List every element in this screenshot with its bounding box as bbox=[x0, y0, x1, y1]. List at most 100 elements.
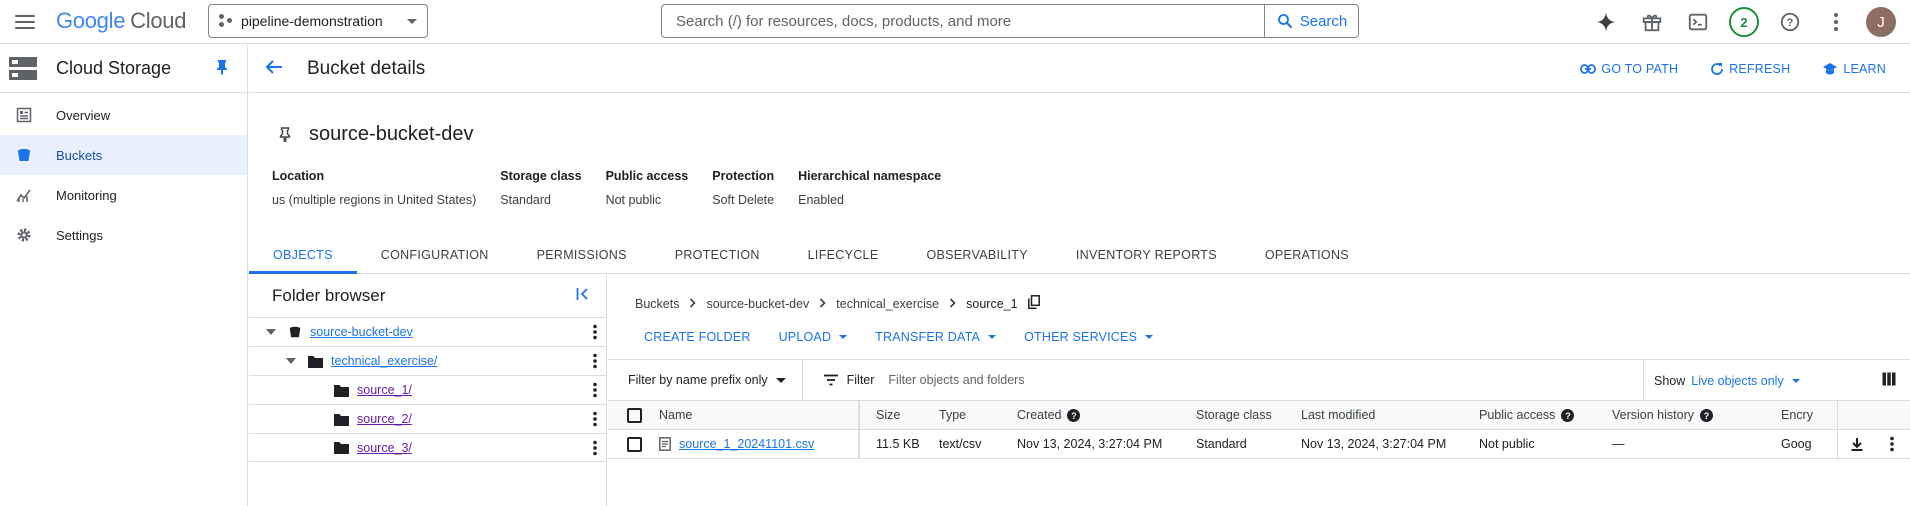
row-checkbox[interactable] bbox=[627, 436, 642, 452]
folder-link[interactable]: source_3/ bbox=[357, 441, 412, 455]
tab-objects[interactable]: OBJECTS bbox=[249, 236, 357, 274]
sidebar-item-settings[interactable]: Settings bbox=[0, 215, 247, 255]
row-select-cell bbox=[608, 429, 645, 459]
search-button[interactable]: Search bbox=[1264, 5, 1358, 37]
meta-key: Public access bbox=[605, 169, 689, 183]
search-input[interactable] bbox=[662, 5, 1264, 37]
folder-tree-item[interactable]: source-bucket-dev bbox=[249, 317, 606, 346]
more-vert-icon[interactable] bbox=[1820, 6, 1852, 38]
folder-link[interactable]: technical_exercise/ bbox=[331, 354, 437, 368]
file-icon bbox=[659, 437, 671, 452]
expand-toggle-icon[interactable] bbox=[266, 329, 276, 335]
column-header-version-history[interactable]: Version history? bbox=[1608, 400, 1777, 430]
other-services-button[interactable]: OTHER SERVICES bbox=[1024, 330, 1154, 344]
notifications-button[interactable]: 2 bbox=[1728, 6, 1760, 38]
more-vert-icon[interactable] bbox=[592, 353, 598, 372]
version-history-cell: — bbox=[1608, 429, 1777, 459]
tab-configuration[interactable]: CONFIGURATION bbox=[357, 236, 513, 273]
column-header-created[interactable]: Created? bbox=[1013, 400, 1192, 430]
pin-outline-icon[interactable] bbox=[279, 127, 291, 142]
folder-tree-item[interactable]: source_1/ bbox=[249, 375, 606, 404]
select-all-checkbox[interactable] bbox=[627, 407, 642, 423]
table-row[interactable]: source_1_20241101.csv 11.5 KB text/csv N… bbox=[608, 429, 1910, 459]
tab-operations[interactable]: OPERATIONS bbox=[1241, 236, 1373, 273]
main-menu-icon[interactable] bbox=[12, 10, 38, 34]
folder-link[interactable]: source_1/ bbox=[357, 383, 412, 397]
folder-tree-item[interactable]: technical_exercise/ bbox=[249, 346, 606, 375]
tab-observability[interactable]: OBSERVABILITY bbox=[902, 236, 1051, 273]
pin-icon[interactable] bbox=[215, 59, 229, 78]
more-vert-icon[interactable] bbox=[592, 440, 598, 459]
gear-icon bbox=[17, 228, 31, 242]
sidebar-item-overview[interactable]: Overview bbox=[0, 95, 247, 135]
gemini-sparkle-icon[interactable] bbox=[1590, 6, 1622, 38]
help-icon[interactable]: ? bbox=[1067, 409, 1081, 423]
meta-public-access: Public access Not public bbox=[606, 169, 689, 207]
breadcrumb-item[interactable]: technical_exercise bbox=[836, 297, 939, 311]
download-icon[interactable] bbox=[1850, 436, 1864, 451]
tab-protection[interactable]: PROTECTION bbox=[651, 236, 784, 273]
column-header-public-access[interactable]: Public access? bbox=[1475, 400, 1608, 430]
folder-browser: Folder browser source-bucket-dev technic… bbox=[249, 275, 607, 506]
help-icon[interactable]: ? bbox=[1699, 409, 1713, 423]
help-icon[interactable]: ? bbox=[1561, 409, 1575, 423]
column-header-storage-class[interactable]: Storage class bbox=[1192, 400, 1297, 430]
folder-link[interactable]: source-bucket-dev bbox=[310, 325, 413, 339]
sidebar-item-monitoring[interactable]: Monitoring bbox=[0, 175, 247, 215]
project-picker[interactable]: pipeline-demonstration bbox=[208, 4, 428, 38]
show-dropdown[interactable]: Live objects only bbox=[1691, 374, 1800, 388]
chevron-right-icon bbox=[689, 297, 697, 311]
column-header-label: Size bbox=[876, 408, 901, 422]
chevron-down-icon bbox=[407, 18, 417, 24]
more-vert-icon[interactable] bbox=[592, 411, 598, 430]
column-header-encryption[interactable]: Encry bbox=[1777, 400, 1837, 430]
account-avatar[interactable]: J bbox=[1866, 7, 1896, 37]
breadcrumb-item[interactable]: Buckets bbox=[635, 297, 679, 311]
back-arrow-icon[interactable] bbox=[265, 59, 283, 78]
folder-tree-item[interactable]: source_3/ bbox=[249, 433, 606, 462]
learn-button[interactable]: LEARN bbox=[1822, 62, 1886, 76]
more-vert-icon[interactable] bbox=[592, 324, 598, 343]
tab-inventory-reports[interactable]: INVENTORY REPORTS bbox=[1052, 236, 1241, 273]
copy-icon[interactable] bbox=[1027, 295, 1040, 312]
meta-location: Location us (multiple regions in United … bbox=[272, 169, 476, 207]
column-header-name[interactable]: Name bbox=[645, 400, 860, 430]
create-folder-button[interactable]: CREATE FOLDER bbox=[644, 330, 751, 344]
column-display-icon[interactable] bbox=[1882, 372, 1896, 389]
collapse-panel-icon[interactable] bbox=[576, 286, 590, 306]
upload-button[interactable]: UPLOAD bbox=[779, 330, 848, 344]
refresh-label: REFRESH bbox=[1729, 61, 1791, 76]
tab-permissions[interactable]: PERMISSIONS bbox=[513, 236, 651, 273]
search-icon bbox=[1277, 14, 1292, 28]
folder-link[interactable]: source_2/ bbox=[357, 412, 412, 426]
tab-lifecycle[interactable]: LIFECYCLE bbox=[784, 236, 903, 273]
sidebar-item-buckets[interactable]: Buckets bbox=[0, 135, 247, 175]
refresh-button[interactable]: REFRESH bbox=[1710, 62, 1790, 76]
column-header-type[interactable]: Type bbox=[935, 400, 1013, 430]
expand-toggle-icon[interactable] bbox=[286, 358, 296, 364]
breadcrumb-item[interactable]: source-bucket-dev bbox=[706, 297, 809, 311]
column-header-label: Version history bbox=[1612, 407, 1694, 422]
gift-icon[interactable] bbox=[1636, 6, 1668, 38]
filter-button[interactable]: Filter bbox=[823, 373, 874, 387]
more-vert-icon[interactable] bbox=[1889, 436, 1895, 452]
sidebar-title: Cloud Storage bbox=[56, 58, 172, 78]
column-header-last-modified[interactable]: Last modified bbox=[1297, 400, 1475, 430]
cloud-shell-terminal-icon[interactable] bbox=[1682, 6, 1714, 38]
meta-value: us (multiple regions in United States) bbox=[272, 193, 477, 207]
storage-class-cell: Standard bbox=[1192, 429, 1297, 459]
filter-input[interactable] bbox=[888, 373, 1589, 387]
chevron-down-icon bbox=[839, 335, 848, 339]
help-icon[interactable]: ? bbox=[1774, 6, 1806, 38]
more-vert-icon[interactable] bbox=[592, 382, 598, 401]
filter-mode-select[interactable]: Filter by name prefix only bbox=[628, 359, 803, 401]
folder-tree-item[interactable]: source_2/ bbox=[249, 404, 606, 433]
column-header-size[interactable]: Size bbox=[859, 400, 935, 430]
cloud-storage-icon bbox=[9, 56, 37, 80]
google-cloud-logo[interactable]: Google Cloud bbox=[56, 8, 186, 34]
go-to-path-button[interactable]: GO TO PATH bbox=[1580, 62, 1678, 76]
file-name-link[interactable]: source_1_20241101.csv bbox=[679, 437, 814, 451]
created-cell: Nov 13, 2024, 3:27:04 PM bbox=[1013, 429, 1192, 459]
transfer-data-button[interactable]: TRANSFER DATA bbox=[875, 330, 997, 344]
size-cell: 11.5 KB bbox=[859, 429, 935, 459]
